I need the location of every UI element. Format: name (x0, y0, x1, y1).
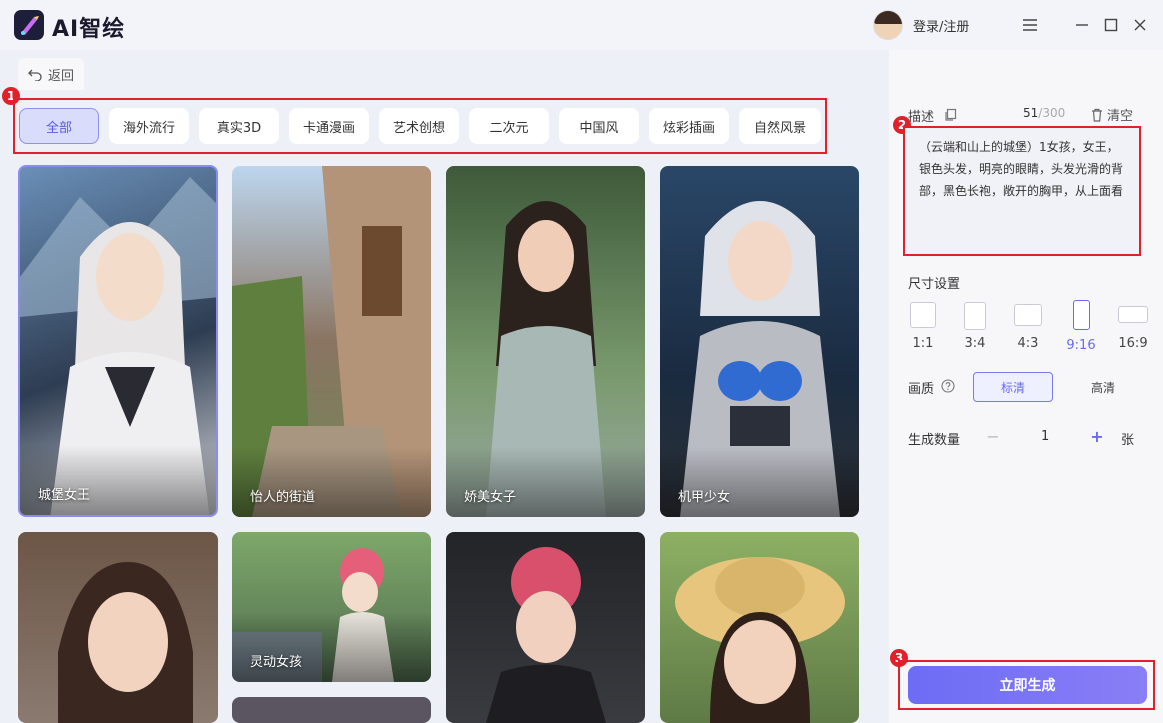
title-bar: AI智绘 登录/注册 (0, 0, 1163, 50)
ratio-9-16[interactable]: 9:16 (1063, 300, 1099, 353)
copy-icon[interactable] (944, 108, 958, 122)
ratio-9-16-label: 9:16 (1066, 338, 1096, 353)
ratio-4-3-icon (1014, 304, 1042, 326)
gallery-card[interactable]: 娇美女子 (446, 166, 645, 517)
clear-button[interactable]: 清空 (1090, 105, 1133, 124)
tab-art[interactable]: 艺术创想 (379, 108, 459, 144)
tab-overseas[interactable]: 海外流行 (109, 108, 189, 144)
gallery-card[interactable] (232, 697, 431, 723)
gallery-card[interactable]: 灵动女孩 (232, 532, 431, 682)
tab-colorful[interactable]: 炫彩插画 (649, 108, 729, 144)
back-arrow-icon (28, 69, 42, 81)
increment-button[interactable]: + (1085, 424, 1109, 448)
gallery-card[interactable] (446, 532, 645, 723)
card-label: 怡人的街道 (250, 490, 316, 505)
card-label: 灵动女孩 (250, 655, 303, 670)
gallery-card[interactable] (18, 532, 218, 723)
card-label: 机甲少女 (678, 490, 731, 505)
ratio-1-1-icon (910, 302, 936, 328)
ratio-1-1-label: 1:1 (912, 336, 934, 351)
gallery-card[interactable]: 城堡女王 (18, 165, 218, 517)
ratio-9-16-icon (1072, 300, 1090, 330)
menu-icon[interactable] (1018, 13, 1042, 37)
ratio-3-4-icon (964, 302, 986, 330)
category-tabs: 全部 海外流行 真实3D 卡通漫画 艺术创想 二次元 中国风 炫彩插画 自然风景 (13, 98, 827, 154)
ratio-3-4-label: 3:4 (964, 336, 986, 351)
quantity-label: 生成数量 (908, 433, 961, 448)
char-count: 51 (1023, 106, 1039, 120)
ratio-16-9-label: 16:9 (1118, 336, 1148, 351)
clear-label: 清空 (1107, 109, 1134, 124)
close-icon[interactable] (1128, 13, 1152, 37)
description-input[interactable]: （云端和山上的城堡）1女孩，女王，银色头发，明亮的眼睛，头发光滑的背部，黑色长袍… (903, 126, 1141, 256)
generate-button[interactable]: 立即生成 (908, 666, 1147, 704)
question-circle-icon[interactable] (941, 379, 955, 393)
back-button[interactable]: 返回 (18, 58, 84, 90)
quantity-value[interactable]: 1 (1041, 429, 1049, 444)
minimize-icon[interactable] (1070, 13, 1094, 37)
quality-label: 画质 (908, 382, 935, 397)
tab-chinese[interactable]: 中国风 (559, 108, 639, 144)
trash-icon (1092, 108, 1102, 122)
login-link[interactable]: 登录/注册 (913, 16, 969, 35)
ratio-16-9-icon (1118, 306, 1148, 323)
tab-cartoon[interactable]: 卡通漫画 (289, 108, 369, 144)
card-label: 娇美女子 (464, 490, 517, 505)
ratio-4-3[interactable]: 4:3 (1010, 304, 1046, 351)
description-label: 描述 (908, 110, 935, 125)
char-max: /300 (1038, 106, 1066, 120)
maximize-icon[interactable] (1099, 13, 1123, 37)
char-counter: 51/300 (1023, 106, 1065, 120)
tab-real3d[interactable]: 真实3D (199, 108, 279, 144)
tab-all[interactable]: 全部 (19, 108, 99, 144)
quality-hd-button[interactable]: 高清 (1063, 372, 1143, 402)
app-title: AI智绘 (52, 17, 126, 42)
app-logo-icon (14, 10, 44, 40)
ratio-16-9[interactable]: 16:9 (1114, 306, 1152, 351)
generate-highlight: 立即生成 (898, 660, 1155, 710)
gallery-card[interactable] (660, 532, 859, 723)
size-label: 尺寸设置 (908, 277, 961, 292)
decrement-button[interactable]: − (981, 424, 1005, 448)
ratio-3-4[interactable]: 3:4 (958, 302, 992, 351)
user-avatar[interactable] (873, 10, 903, 40)
description-text: （云端和山上的城堡）1女孩，女王，银色头发，明亮的眼睛，头发光滑的背部，黑色长袍… (919, 140, 1124, 198)
tab-scenery[interactable]: 自然风景 (739, 108, 821, 144)
quality-sd-button[interactable]: 标清 (973, 372, 1053, 402)
tab-anime[interactable]: 二次元 (469, 108, 549, 144)
ratio-4-3-label: 4:3 (1017, 336, 1039, 351)
back-label: 返回 (47, 68, 74, 84)
gallery-card[interactable]: 机甲少女 (660, 166, 859, 517)
gallery-card[interactable]: 怡人的街道 (232, 166, 431, 517)
ratio-1-1[interactable]: 1:1 (906, 302, 940, 351)
quantity-unit: 张 (1121, 433, 1135, 448)
card-label: 城堡女王 (38, 488, 91, 503)
